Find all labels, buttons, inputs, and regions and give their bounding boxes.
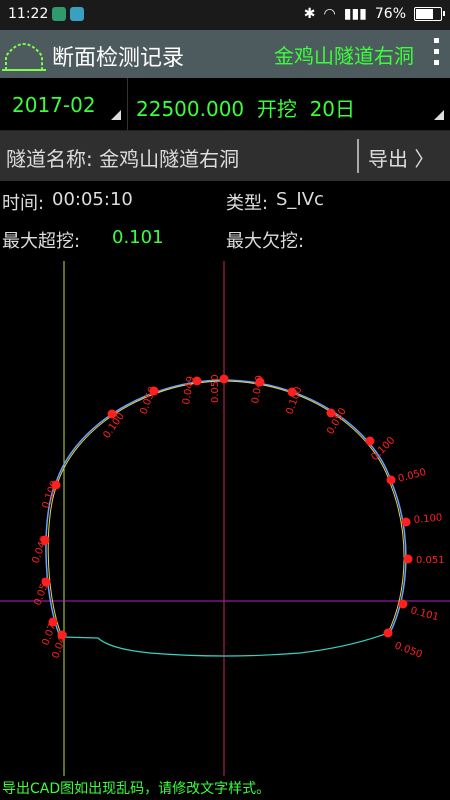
footer-note: 导出CAD图如出现乱码，请修改文字样式。 (2, 781, 271, 797)
point-label: 0.050 (393, 640, 424, 660)
tunnel-name-bar: 隧道名称: 金鸡山隧道右洞 导出 〉 (0, 131, 450, 181)
month-value: 2017-02 (12, 93, 96, 117)
point-label: 0.100 (40, 479, 60, 510)
measurement-point (398, 599, 408, 609)
point-label: 0.100 (101, 411, 126, 441)
dropdown-icon (111, 110, 121, 120)
battery-percent: 76% (374, 6, 406, 22)
measurement-point (365, 436, 375, 446)
invert-line (61, 632, 389, 657)
tunnel-logo-icon (2, 43, 46, 71)
point-label: 0.050 (210, 374, 221, 403)
info-panel: 时间: 00:05:10 类型: S_IVc 最大超挖: 0.101 最大欠挖: (0, 181, 450, 261)
status-time: 11:22 (8, 6, 49, 22)
app-bar: 断面检测记录 金鸡山隧道右洞 (0, 30, 450, 78)
signal-icon: ▮▮▮ (343, 6, 367, 22)
export-button[interactable]: 导出 〉 (368, 143, 434, 172)
battery-fill (416, 9, 434, 19)
app-notification-icon (52, 7, 66, 21)
overbreak-label: 最大超挖: (2, 231, 81, 252)
point-label: 0.100 (413, 513, 442, 526)
time-value: 00:05:10 (52, 189, 133, 210)
tunnel-title: 金鸡山隧道右洞 (274, 44, 414, 68)
measurement-point (383, 628, 393, 638)
time-label: 时间: (2, 193, 45, 214)
measurement-point (401, 517, 411, 527)
point-label: 0.049 (250, 374, 266, 404)
page-title: 断面检测记录 (52, 46, 185, 71)
selector-bar: 2017-02 22500.000 开挖 20日 (0, 78, 450, 131)
overflow-menu-icon[interactable] (434, 38, 440, 71)
tunnel-name-label: 隧道名称: 金鸡山隧道右洞 (6, 147, 240, 171)
type-value: S_IVc (276, 189, 324, 210)
point-label: 0.050 (138, 385, 158, 416)
point-label: 0.050 (397, 467, 428, 485)
point-label: 0.101 (409, 605, 440, 623)
measurement-point (386, 475, 396, 485)
point-label: 0.049 (181, 375, 197, 405)
wifi-icon: ◠ (323, 6, 336, 22)
overbreak-value: 0.101 (112, 227, 164, 248)
record-selector[interactable]: 22500.000 开挖 20日 (128, 78, 450, 130)
design-profile (45, 379, 407, 638)
record-value: 22500.000 开挖 20日 (136, 97, 356, 121)
cross-section-plot: 0.0490.0740.0500.0490.1000.1000.050 0.049… (0, 261, 450, 776)
app-notification-icon-2 (70, 7, 84, 21)
status-bar: 11:22 ✱ ◠ ▮▮▮ 76% (0, 0, 450, 30)
point-label: 0.049 (30, 534, 50, 565)
measurement-point (403, 554, 413, 564)
divider (357, 139, 359, 173)
bluetooth-icon: ✱ (303, 6, 316, 22)
status-right: ✱ ◠ ▮▮▮ 76% (303, 6, 445, 22)
type-label: 类型: (226, 193, 269, 214)
point-label: 0.050 (32, 576, 52, 607)
point-label: 0.051 (416, 555, 445, 566)
underbreak-label: 最大欠挖: (226, 231, 305, 252)
month-selector[interactable]: 2017-02 (0, 78, 128, 130)
measured-profile (47, 380, 405, 638)
dropdown-icon (434, 110, 444, 120)
battery-icon (414, 7, 445, 21)
measurement-points: 0.0490.0740.0500.0490.1000.1000.050 0.049… (30, 374, 444, 660)
